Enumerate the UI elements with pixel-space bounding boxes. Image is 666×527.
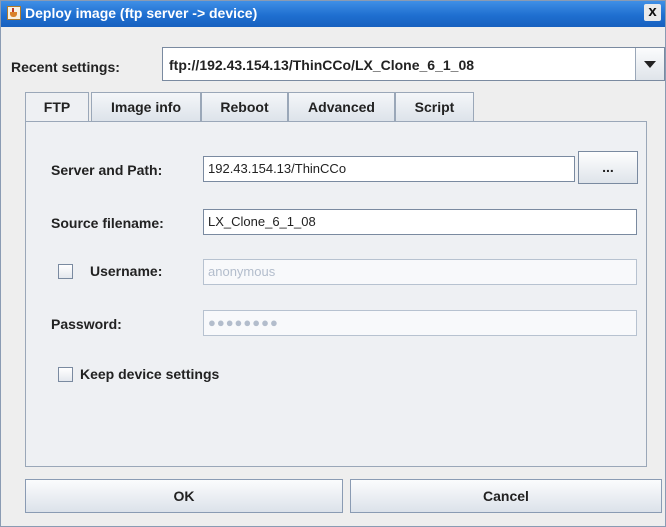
- tab-strip: FTP Image info Reboot Advanced Script: [25, 92, 645, 123]
- username-field[interactable]: anonymous: [203, 259, 637, 285]
- source-filename-field[interactable]: LX_Clone_6_1_08: [203, 209, 637, 235]
- deploy-image-dialog: Deploy image (ftp server -> device) x Re…: [0, 0, 666, 527]
- keep-device-settings-label: Keep device settings: [80, 366, 220, 382]
- java-cup-icon: [7, 6, 21, 20]
- recent-settings-label: Recent settings:: [11, 59, 120, 75]
- recent-settings-value: ftp://192.43.154.13/ThinCCo/LX_Clone_6_1…: [169, 57, 475, 73]
- title-bar[interactable]: Deploy image (ftp server -> device) x: [1, 1, 665, 27]
- password-field[interactable]: ●●●●●●●●: [203, 310, 637, 336]
- tab-script[interactable]: Script: [395, 92, 474, 121]
- source-filename-label: Source filename:: [51, 215, 164, 231]
- window-title: Deploy image (ftp server -> device): [25, 5, 258, 21]
- username-checkbox[interactable]: [58, 264, 73, 279]
- cancel-button[interactable]: Cancel: [350, 479, 662, 513]
- password-label: Password:: [51, 316, 122, 332]
- browse-button[interactable]: ...: [578, 151, 638, 184]
- keep-device-settings-checkbox[interactable]: [58, 367, 73, 382]
- tab-ftp[interactable]: FTP: [25, 92, 89, 123]
- recent-settings-dropdown[interactable]: ftp://192.43.154.13/ThinCCo/LX_Clone_6_1…: [162, 47, 665, 81]
- tab-reboot[interactable]: Reboot: [201, 92, 288, 121]
- username-label: Username:: [90, 263, 163, 279]
- close-icon: x: [644, 4, 661, 21]
- server-path-label: Server and Path:: [51, 162, 163, 178]
- server-path-field[interactable]: 192.43.154.13/ThinCCo: [203, 156, 575, 182]
- chevron-down-icon[interactable]: [635, 48, 664, 80]
- close-button[interactable]: x: [644, 4, 661, 21]
- ok-button[interactable]: OK: [25, 479, 343, 513]
- tab-advanced[interactable]: Advanced: [288, 92, 395, 121]
- tab-image-info[interactable]: Image info: [91, 92, 201, 121]
